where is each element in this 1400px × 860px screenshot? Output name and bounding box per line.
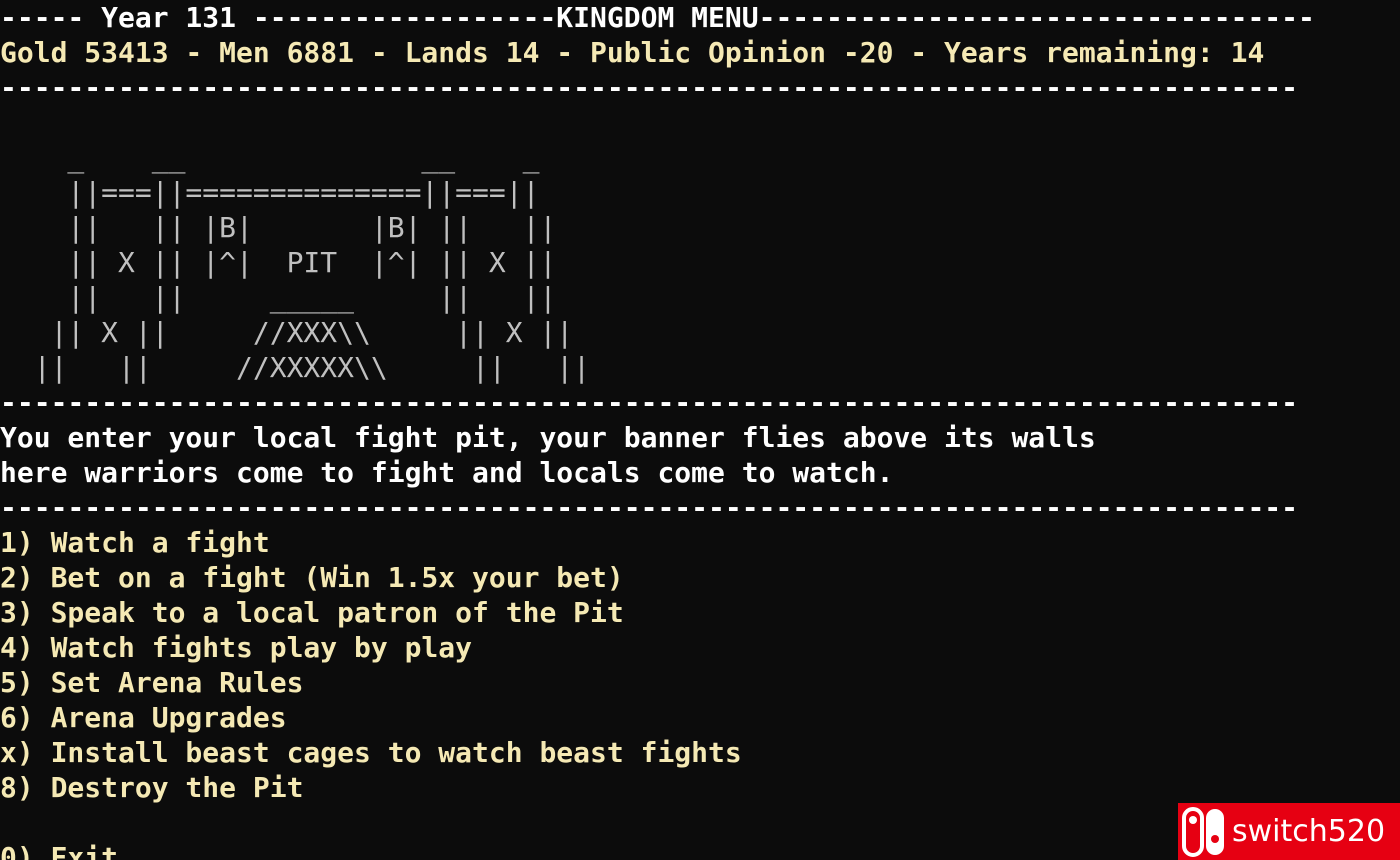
art-line [0, 105, 1400, 140]
description-line-1: You enter your local fight pit, your ban… [0, 421, 1096, 454]
menu-item-beast-cages[interactable]: x) Install beast cages to watch beast fi… [0, 735, 1400, 770]
description-line-2: here warriors come to fight and locals c… [0, 456, 894, 489]
menu-item-watch-fight[interactable]: 1) Watch a fight [0, 525, 1400, 560]
watermark-logo: switch520 [1178, 803, 1400, 860]
menu-item-bet-fight[interactable]: 2) Bet on a fight (Win 1.5x your bet) [0, 560, 1400, 595]
switch-logo-icon [1178, 803, 1228, 860]
art-line: ||===||==============||===|| [0, 176, 540, 209]
kingdom-stats-line: Gold 53413 - Men 6881 - Lands 14 - Publi… [0, 36, 1265, 69]
divider-art: ----------------------------------------… [0, 386, 1299, 419]
art-line: || X || //XXX\\ || X || [0, 316, 574, 349]
divider-top: ----------------------------------------… [0, 71, 1299, 104]
menu-item-destroy-pit[interactable]: 8) Destroy the Pit [0, 770, 1400, 805]
art-line: _ __ __ _ [0, 141, 540, 174]
art-line: || || _____ || || [0, 281, 557, 314]
menu-item-speak-patron[interactable]: 3) Speak to a local patron of the Pit [0, 595, 1400, 630]
header-title-line: ----- Year 131 ------------------KINGDOM… [0, 1, 1315, 34]
menu-item-play-by-play[interactable]: 4) Watch fights play by play [0, 630, 1400, 665]
art-line: || || |B| |B| || || [0, 211, 557, 244]
art-line: || X || |^| PIT |^| || X || [0, 246, 557, 279]
menu-item-arena-upgrades[interactable]: 6) Arena Upgrades [0, 700, 1400, 735]
fight-pit-ascii-art: _ __ __ _ ||===||==============||===|| |… [0, 105, 1400, 385]
divider-menu: ----------------------------------------… [0, 491, 1299, 524]
menu-item-arena-rules[interactable]: 5) Set Arena Rules [0, 665, 1400, 700]
art-line: || || //XXXXX\\ || || [0, 351, 591, 384]
watermark-text: switch520 [1232, 814, 1386, 849]
terminal-screen: ----- Year 131 ------------------KINGDOM… [0, 0, 1400, 860]
